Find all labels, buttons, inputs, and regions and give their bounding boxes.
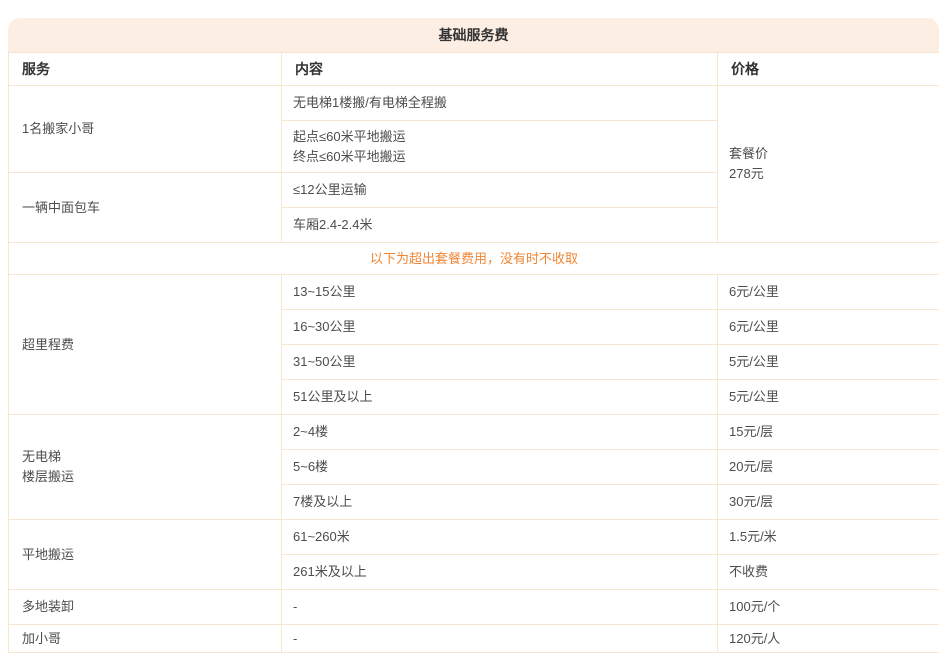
service-cell-unload: 多地装卸 [9, 590, 282, 625]
service-cell-ground: 平地搬运 [9, 520, 282, 590]
content-cell: 2~4楼 [282, 415, 718, 450]
overage-note: 以下为超出套餐费用，没有时不收取 [9, 243, 939, 275]
content-cell: - [282, 590, 718, 625]
price-cell: 120元/人 [718, 625, 939, 653]
table-row: 多地装卸 - 100元/个 [9, 590, 939, 625]
package-price-cell: 套餐价 278元 [718, 86, 939, 243]
content-line2: 终点≤60米平地搬运 [293, 147, 717, 167]
content-cell: 16~30公里 [282, 310, 718, 345]
content-cell: 起点≤60米平地搬运 终点≤60米平地搬运 [282, 121, 718, 173]
service-cell-stairs: 无电梯 楼层搬运 [9, 415, 282, 520]
table-row: 加小哥 - 120元/人 [9, 625, 939, 653]
price-cell: 100元/个 [718, 590, 939, 625]
col-header-price: 价格 [718, 53, 939, 86]
content-line1: 起点≤60米平地搬运 [293, 127, 717, 147]
package-price-line1: 套餐价 [729, 144, 939, 164]
base-fee-card: 基础服务费 服务 内容 价格 1名搬家小哥 无电梯1楼搬/有电梯全程搬 套餐价 … [8, 18, 939, 653]
price-cell: 30元/层 [718, 485, 939, 520]
price-cell: 20元/层 [718, 450, 939, 485]
price-cell: 5元/公里 [718, 345, 939, 380]
content-cell: 无电梯1楼搬/有电梯全程搬 [282, 86, 718, 121]
price-cell: 15元/层 [718, 415, 939, 450]
service-line2: 楼层搬运 [22, 467, 281, 487]
content-cell: 7楼及以上 [282, 485, 718, 520]
content-cell: 车厢2.4-2.4米 [282, 208, 718, 243]
service-cell-helper: 加小哥 [9, 625, 282, 653]
content-cell: ≤12公里运输 [282, 173, 718, 208]
fee-table: 服务 内容 价格 1名搬家小哥 无电梯1楼搬/有电梯全程搬 套餐价 278元 起… [8, 52, 939, 653]
content-cell: 5~6楼 [282, 450, 718, 485]
price-cell: 6元/公里 [718, 310, 939, 345]
table-row: 无电梯 楼层搬运 2~4楼 15元/层 [9, 415, 939, 450]
content-cell: 261米及以上 [282, 555, 718, 590]
overage-note-row: 以下为超出套餐费用，没有时不收取 [9, 243, 939, 275]
package-price-line2: 278元 [729, 164, 939, 184]
header-row: 服务 内容 价格 [9, 53, 939, 86]
content-cell: - [282, 625, 718, 653]
table-title: 基础服务费 [8, 18, 939, 52]
price-cell: 1.5元/米 [718, 520, 939, 555]
price-cell: 不收费 [718, 555, 939, 590]
content-cell: 51公里及以上 [282, 380, 718, 415]
content-cell: 31~50公里 [282, 345, 718, 380]
service-cell-over-mileage: 超里程费 [9, 275, 282, 415]
table-row: 平地搬运 61~260米 1.5元/米 [9, 520, 939, 555]
service-cell-van: 一辆中面包车 [9, 173, 282, 243]
col-header-service: 服务 [9, 53, 282, 86]
table-row: 1名搬家小哥 无电梯1楼搬/有电梯全程搬 套餐价 278元 [9, 86, 939, 121]
price-cell: 5元/公里 [718, 380, 939, 415]
table-row: 超里程费 13~15公里 6元/公里 [9, 275, 939, 310]
content-cell: 13~15公里 [282, 275, 718, 310]
col-header-content: 内容 [282, 53, 718, 86]
price-cell: 6元/公里 [718, 275, 939, 310]
content-cell: 61~260米 [282, 520, 718, 555]
service-line1: 无电梯 [22, 447, 281, 467]
service-cell-worker: 1名搬家小哥 [9, 86, 282, 173]
